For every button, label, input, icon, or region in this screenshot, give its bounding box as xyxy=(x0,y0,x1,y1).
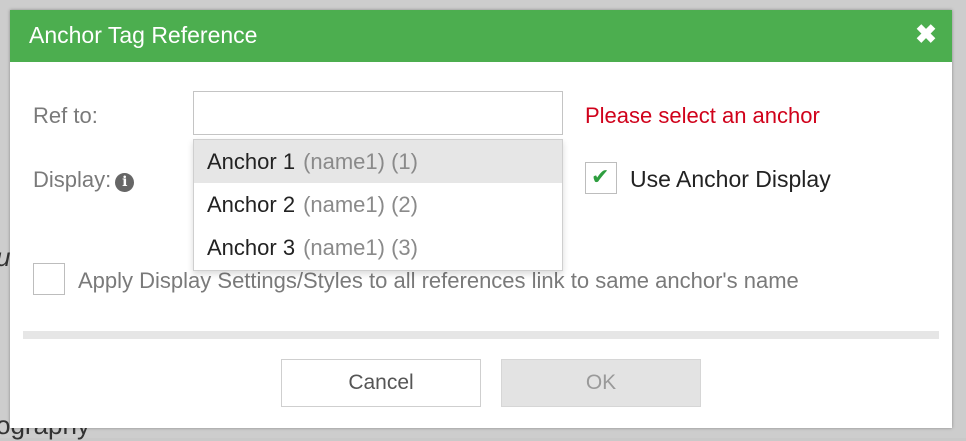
dropdown-item-meta: (name1) (3) xyxy=(303,235,418,260)
use-anchor-display-label: Use Anchor Display xyxy=(630,166,831,192)
dropdown-item-anchor-1[interactable]: Anchor 1 (name1) (1) xyxy=(194,140,562,183)
anchor-dropdown-list: Anchor 1 (name1) (1) Anchor 2 (name1) (2) … xyxy=(193,139,563,271)
checkmark-icon: ✔ xyxy=(591,165,610,190)
dropdown-item-label: Anchor 2 xyxy=(207,192,296,217)
ok-button[interactable]: OK xyxy=(501,359,701,407)
use-anchor-display-checkbox[interactable]: ✔ xyxy=(585,162,617,194)
display-label-row: Display: i xyxy=(33,167,135,193)
apply-display-settings-label: Apply Display Settings/Styles to all ref… xyxy=(78,268,799,293)
ref-to-label: Ref to: xyxy=(33,103,98,128)
display-label: Display: xyxy=(33,167,112,192)
background-text: u xyxy=(0,242,10,273)
cancel-button[interactable]: Cancel xyxy=(281,359,481,407)
dropdown-item-anchor-2[interactable]: Anchor 2 (name1) (2) xyxy=(194,183,562,226)
anchor-tag-reference-dialog: Anchor Tag Reference ✖ Ref to: Please se… xyxy=(10,10,952,428)
dropdown-item-label: Anchor 3 xyxy=(207,235,296,260)
ref-to-input[interactable] xyxy=(193,91,563,135)
dropdown-item-meta: (name1) (1) xyxy=(303,149,418,174)
ref-error-message: Please select an anchor xyxy=(585,103,820,128)
dropdown-item-label: Anchor 1 xyxy=(207,149,296,174)
info-icon[interactable]: i xyxy=(115,173,135,192)
apply-display-settings-checkbox[interactable] xyxy=(33,263,65,295)
dialog-divider xyxy=(23,331,939,339)
dropdown-item-anchor-3[interactable]: Anchor 3 (name1) (3) xyxy=(194,226,562,269)
close-icon[interactable]: ✖ xyxy=(914,21,938,47)
dialog-title: Anchor Tag Reference xyxy=(29,22,258,48)
dropdown-item-meta: (name1) (2) xyxy=(303,192,418,217)
dialog-titlebar: Anchor Tag Reference ✖ xyxy=(10,10,952,62)
